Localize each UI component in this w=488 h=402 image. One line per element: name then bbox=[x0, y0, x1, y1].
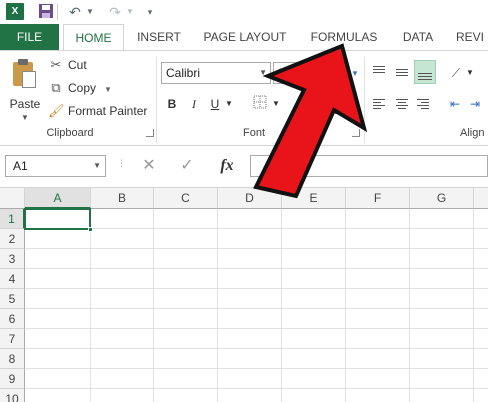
scissors-icon: ✂ bbox=[50, 57, 62, 72]
resize-handle-icon[interactable]: ⋮ bbox=[117, 158, 126, 169]
clipboard-group-label: Clipboard bbox=[46, 127, 94, 139]
increase-indent-icon[interactable]: ⇥ bbox=[466, 95, 484, 113]
cell-gridlines[interactable] bbox=[25, 209, 488, 402]
tab-home[interactable]: HOME bbox=[63, 24, 124, 51]
customize-qat-icon[interactable]: ▾ bbox=[143, 3, 157, 21]
active-cell-a1[interactable] bbox=[24, 208, 93, 232]
top-align-icon[interactable] bbox=[370, 63, 388, 81]
name-box-value: A1 bbox=[13, 159, 28, 173]
row-header[interactable]: 9 bbox=[0, 369, 25, 389]
cut-button[interactable]: ✂ Cut bbox=[48, 56, 87, 74]
fill-color-icon[interactable] bbox=[296, 95, 314, 113]
save-icon[interactable] bbox=[36, 3, 56, 21]
paste-button[interactable]: Paste ▼ bbox=[6, 57, 42, 123]
tab-review[interactable]: REVI bbox=[456, 24, 488, 50]
formula-input[interactable] bbox=[250, 155, 488, 177]
column-header[interactable]: A bbox=[25, 188, 91, 209]
ribbon-tabs: FILE HOME INSERT PAGE LAYOUT FORMULAS DA… bbox=[0, 24, 488, 51]
redo-dropdown-icon[interactable]: ▼ bbox=[125, 3, 135, 21]
row-header[interactable]: 10 bbox=[0, 389, 25, 402]
column-header[interactable]: F bbox=[346, 188, 410, 209]
bold-button[interactable]: B bbox=[163, 95, 181, 113]
row-header[interactable]: 5 bbox=[0, 289, 25, 309]
enter-icon[interactable]: ✓ bbox=[175, 155, 199, 177]
qat-divider bbox=[57, 4, 58, 20]
font-options-dropdown-icon[interactable]: ▾ bbox=[346, 64, 364, 82]
group-divider bbox=[156, 57, 157, 143]
copy-label: Copy bbox=[68, 81, 97, 95]
orientation-icon[interactable]: ⟋ bbox=[447, 64, 465, 82]
column-header[interactable]: D bbox=[218, 188, 282, 209]
insert-function-icon[interactable]: fx bbox=[215, 155, 239, 177]
column-header[interactable]: B bbox=[91, 188, 154, 209]
ribbon-home: Paste ▼ ✂ Cut ⧉ Copy ▼ 🖌 Format Painter Clip… bbox=[0, 50, 488, 146]
borders-icon[interactable] bbox=[251, 95, 269, 113]
font-size-select[interactable]: 11 ▼ bbox=[273, 62, 309, 84]
row-header[interactable]: 2 bbox=[0, 229, 25, 249]
font-name-select[interactable]: Calibri ▼ bbox=[161, 62, 271, 84]
worksheet-grid: A B C D E F G 1 2 3 4 5 6 7 8 9 10 bbox=[0, 188, 488, 402]
tab-formulas[interactable]: FORMULAS bbox=[306, 24, 382, 50]
tab-data[interactable]: DATA bbox=[395, 24, 441, 50]
font-size-dropdown-icon[interactable]: ▼ bbox=[297, 63, 305, 83]
column-header[interactable]: G bbox=[410, 188, 474, 209]
name-box[interactable]: A1 ▼ bbox=[5, 155, 106, 177]
italic-button[interactable]: I bbox=[185, 95, 203, 113]
column-header[interactable] bbox=[474, 188, 488, 209]
cancel-icon[interactable]: ✕ bbox=[137, 155, 161, 177]
undo-dropdown-icon[interactable]: ▼ bbox=[85, 3, 95, 21]
undo-icon[interactable]: ↶ bbox=[66, 3, 84, 21]
underline-dropdown-icon[interactable]: ▼ bbox=[224, 95, 234, 113]
column-header[interactable]: C bbox=[154, 188, 218, 209]
tab-insert[interactable]: INSERT bbox=[130, 24, 188, 50]
copy-icon: ⧉ bbox=[51, 80, 61, 95]
grow-font-icon[interactable]: A bbox=[320, 64, 338, 82]
name-box-dropdown-icon[interactable]: ▼ bbox=[93, 156, 101, 176]
align-right-icon[interactable] bbox=[414, 95, 432, 113]
underline-button[interactable]: U bbox=[206, 95, 224, 113]
format-painter-label: Format Painter bbox=[68, 104, 148, 118]
column-header[interactable]: E bbox=[282, 188, 346, 209]
paste-label: Paste bbox=[9, 97, 41, 111]
copy-button[interactable]: ⧉ Copy ▼ bbox=[48, 79, 112, 97]
row-header[interactable]: 6 bbox=[0, 309, 25, 329]
borders-dropdown-icon[interactable]: ▼ bbox=[271, 95, 281, 113]
quick-access-toolbar: X ↶ ▼ ↷ ▼ ▾ bbox=[0, 0, 488, 24]
formula-bar: A1 ▼ ⋮ ✕ ✓ fx bbox=[0, 146, 488, 188]
tab-file[interactable]: FILE bbox=[0, 24, 59, 50]
select-all-corner[interactable] bbox=[0, 188, 25, 209]
fill-handle[interactable] bbox=[88, 227, 93, 232]
row-header[interactable]: 3 bbox=[0, 249, 25, 269]
paintbrush-icon: 🖌 bbox=[48, 103, 65, 118]
align-center-icon[interactable] bbox=[393, 95, 411, 113]
font-name-value: Calibri bbox=[166, 66, 201, 80]
excel-logo-icon: X bbox=[6, 3, 24, 20]
tab-page-layout[interactable]: PAGE LAYOUT bbox=[199, 24, 291, 50]
copy-dropdown-icon[interactable]: ▼ bbox=[104, 85, 112, 94]
alignment-group-label: Align bbox=[460, 127, 485, 139]
bottom-align-icon[interactable] bbox=[414, 60, 436, 84]
row-header[interactable]: 8 bbox=[0, 349, 25, 369]
cut-label: Cut bbox=[68, 58, 87, 72]
format-painter-button[interactable]: 🖌 Format Painter bbox=[48, 102, 147, 120]
font-group-label: Font bbox=[242, 127, 265, 139]
middle-align-icon[interactable] bbox=[393, 63, 411, 81]
font-name-dropdown-icon[interactable]: ▼ bbox=[259, 63, 267, 83]
font-size-value: 11 bbox=[277, 66, 290, 80]
row-header[interactable]: 1 bbox=[0, 209, 25, 229]
group-divider bbox=[364, 57, 365, 143]
redo-icon[interactable]: ↷ bbox=[106, 3, 124, 21]
decrease-indent-icon[interactable]: ⇤ bbox=[446, 95, 464, 113]
orientation-dropdown-icon[interactable]: ▼ bbox=[465, 64, 475, 82]
row-header[interactable]: 4 bbox=[0, 269, 25, 289]
paste-dropdown-icon[interactable]: ▼ bbox=[6, 113, 44, 122]
font-launcher-icon[interactable] bbox=[352, 129, 360, 137]
clipboard-launcher-icon[interactable] bbox=[146, 129, 154, 137]
row-header[interactable]: 7 bbox=[0, 329, 25, 349]
font-color-label: A bbox=[334, 97, 343, 114]
align-left-icon[interactable] bbox=[370, 95, 388, 113]
paste-icon bbox=[11, 59, 37, 89]
font-color-button[interactable]: A bbox=[330, 95, 348, 114]
